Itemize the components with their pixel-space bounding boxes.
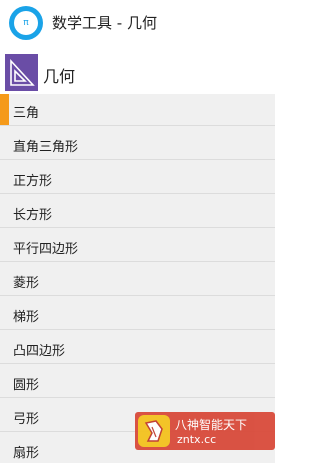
list-item-trapezoid[interactable]: 梯形 xyxy=(0,298,275,330)
list-item-label: 菱形 xyxy=(13,276,40,291)
list-item-rhombus[interactable]: 菱形 xyxy=(0,264,275,296)
active-indicator xyxy=(0,94,9,125)
list-item-rectangle[interactable]: 长方形 xyxy=(0,196,275,228)
app-title: 数学工具 - 几何 xyxy=(52,14,157,32)
list-item-label: 弓形 xyxy=(13,412,40,427)
list-item-label: 长方形 xyxy=(13,208,53,223)
app-logo-glyph: π xyxy=(23,18,29,28)
list-item-triangle[interactable]: 三角 xyxy=(0,94,275,126)
list-item-square[interactable]: 正方形 xyxy=(0,162,275,194)
list-item-label: 三角 xyxy=(13,106,40,121)
list-item-right-triangle[interactable]: 直角三角形 xyxy=(0,128,275,160)
section-header: 几何 xyxy=(0,52,275,94)
site-watermark: 八神智能天下 zntx.cc xyxy=(135,412,275,450)
watermark-text: 八神智能天下 xyxy=(175,418,248,432)
zntx-logo-icon xyxy=(138,415,170,447)
list-item-label: 直角三角形 xyxy=(13,140,79,155)
watermark-url: zntx.cc xyxy=(177,433,217,446)
list-item-label: 正方形 xyxy=(13,174,53,189)
set-square-icon xyxy=(5,54,38,91)
list-item-label: 圆形 xyxy=(13,378,40,393)
list-item-parallelogram[interactable]: 平行四边形 xyxy=(0,230,275,262)
section-title: 几何 xyxy=(43,67,76,86)
list-item-circle[interactable]: 圆形 xyxy=(0,366,275,398)
shape-list: 三角 直角三角形 正方形 长方形 平行四边形 菱形 梯形 凸四边形 圆形 弓形 xyxy=(0,94,275,463)
math-tool-icon: π xyxy=(9,6,43,40)
app-header: π 数学工具 - 几何 xyxy=(0,0,275,46)
list-item-label: 凸四边形 xyxy=(13,344,66,359)
app-window: π 数学工具 - 几何 几何 三角 直角三角形 正方形 长方形 平行四边形 菱形… xyxy=(0,0,275,463)
list-item-label: 扇形 xyxy=(13,446,40,461)
list-item-convex-quadrilateral[interactable]: 凸四边形 xyxy=(0,332,275,364)
list-item-label: 平行四边形 xyxy=(13,242,79,257)
list-item-label: 梯形 xyxy=(13,310,40,325)
